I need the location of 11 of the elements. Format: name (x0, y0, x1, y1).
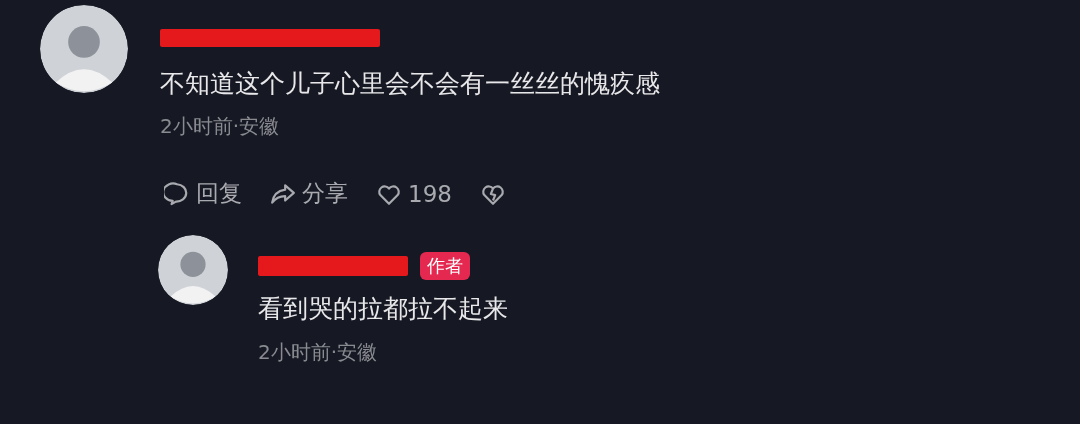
reply-button[interactable]: 回复 (164, 178, 242, 209)
reply-meta: 2小时前·安徽 (258, 339, 379, 366)
author-badge: 作者 (420, 252, 470, 280)
reply-text: 看到哭的拉都拉不起来 (258, 293, 508, 325)
avatar[interactable] (158, 235, 228, 305)
share-button[interactable]: 分享 (270, 178, 348, 209)
like-button[interactable]: 198 (376, 180, 452, 207)
avatar[interactable] (40, 5, 128, 93)
comment-icon (164, 180, 190, 207)
comment-meta: 2小时前·安徽 (160, 113, 281, 140)
comment-text: 不知道这个儿子心里会不会有一丝丝的愧疚感 (160, 69, 660, 99)
